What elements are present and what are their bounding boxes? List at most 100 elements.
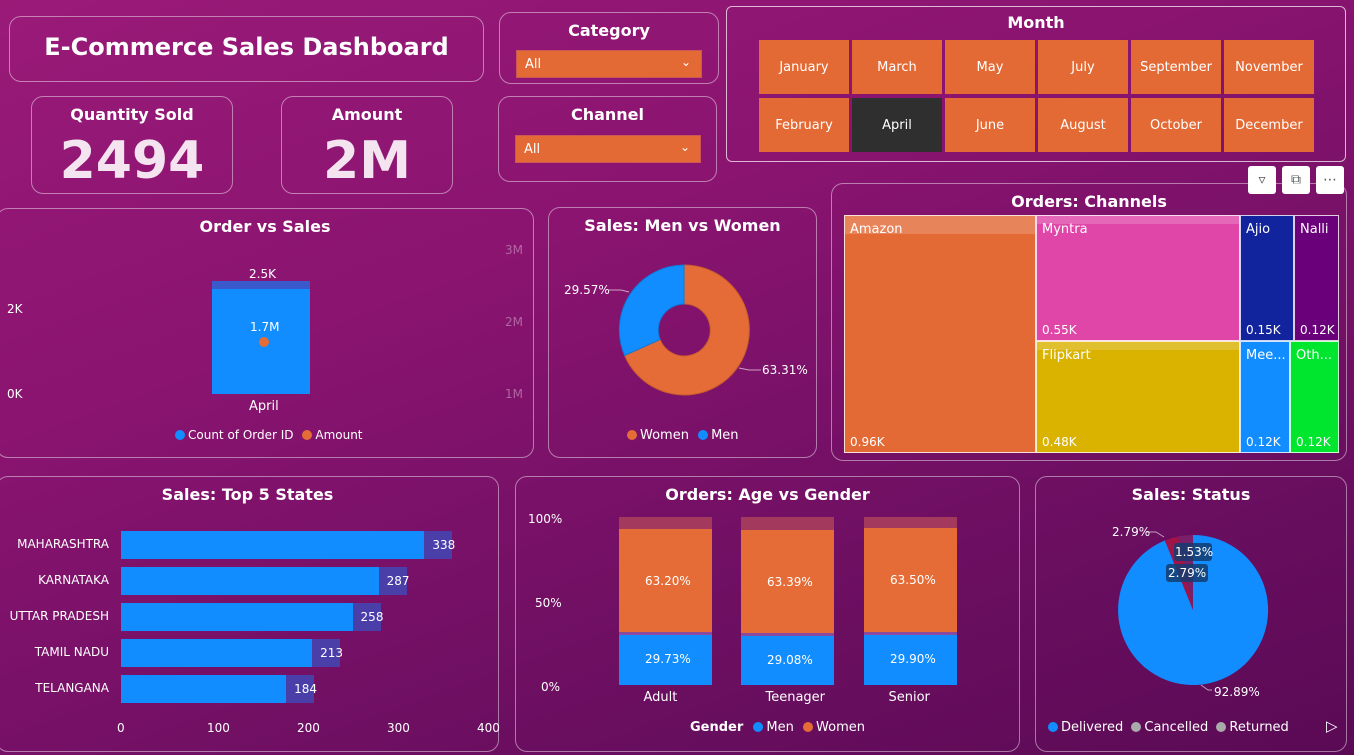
left-axis-tick: 0K <box>7 387 23 401</box>
amount-value: 2M <box>323 131 411 191</box>
legend-women: Women <box>640 428 689 443</box>
category-dropdown-value: All <box>525 57 542 72</box>
month-button-april[interactable]: April <box>852 98 942 152</box>
channels-card: Orders: Channels Amazon 0.96K Myntra 0.55K A… <box>831 183 1347 461</box>
state-value-label: 213 <box>320 646 344 660</box>
legend-returned: Returned <box>1229 720 1289 735</box>
treemap-value: 0.12K <box>1296 435 1331 449</box>
status-pct-label: 2.79% <box>1168 566 1207 580</box>
state-name: UTTAR PRADESH <box>9 609 109 623</box>
treemap-tile-myntra[interactable]: Myntra 0.55K <box>1036 215 1240 341</box>
x-axis-tick: 400 <box>477 721 500 735</box>
x-axis-category: Teenager <box>765 690 826 705</box>
treemap-tile-oth[interactable]: Oth... 0.12K <box>1290 341 1339 453</box>
treemap-value: 0.15K <box>1246 323 1281 337</box>
amount-point[interactable] <box>259 337 269 347</box>
treemap-value: 0.55K <box>1042 323 1077 337</box>
state-bar[interactable] <box>121 675 287 703</box>
order-vs-sales-card: Order vs Sales 2K 0K 3M 2M 1M 2.5K 1.7M … <box>0 208 534 458</box>
gender-card: Sales: Men vs Women 29.57% 63.31% Women … <box>548 207 817 458</box>
state-bar[interactable] <box>121 567 379 595</box>
x-axis-tick: 300 <box>387 721 410 735</box>
legend-men: Men <box>766 720 794 735</box>
men-pct-label: 29.57% <box>564 283 610 297</box>
state-name: MAHARASHTRA <box>17 537 109 551</box>
treemap-tile-ajio[interactable]: Ajio 0.15K <box>1240 215 1294 341</box>
treemap-tile-flipkart[interactable]: Flipkart 0.48K <box>1036 341 1240 453</box>
gender-donut[interactable] <box>549 208 818 459</box>
right-axis-tick: 1M <box>505 387 523 401</box>
legend-title: Gender <box>690 720 744 735</box>
treemap-value: 0.12K <box>1300 323 1335 337</box>
state-value-label: 258 <box>360 610 384 624</box>
month-button-july[interactable]: July <box>1038 40 1128 94</box>
state-bar[interactable] <box>121 603 353 631</box>
age-gender-card: Orders: Age vs Gender 100% 50% 0% Gender… <box>515 476 1020 752</box>
x-axis-category: Senior <box>888 690 930 705</box>
channel-dropdown-value: All <box>524 142 541 157</box>
category-filter-label: Category <box>568 21 650 40</box>
x-axis-tick: 100 <box>207 721 230 735</box>
treemap-tile-nalli[interactable]: Nalli 0.12K <box>1294 215 1339 341</box>
treemap-label: Mee... <box>1246 348 1286 363</box>
other-segment <box>741 517 834 530</box>
month-button-october[interactable]: October <box>1131 98 1221 152</box>
x-axis-tick: 200 <box>297 721 320 735</box>
month-button-december[interactable]: December <box>1224 98 1314 152</box>
state-name: TELANGANA <box>35 681 109 695</box>
channel-filter-label: Channel <box>570 105 645 124</box>
treemap-value: 0.12K <box>1246 435 1281 449</box>
men-pct-label: 29.73% <box>645 652 691 667</box>
legend-amount: Amount <box>315 428 363 442</box>
treemap-tile-mee[interactable]: Mee... 0.12K <box>1240 341 1290 453</box>
dashboard-title: E-Commerce Sales Dashboard <box>44 33 449 61</box>
order-vs-sales-title: Order vs Sales <box>199 217 331 236</box>
category-filter-card: Category All ⌄ <box>499 12 719 84</box>
month-button-june[interactable]: June <box>945 98 1035 152</box>
month-button-march[interactable]: March <box>852 40 942 94</box>
women-pct-label: 63.31% <box>762 363 808 377</box>
other-segment <box>619 517 712 529</box>
legend-cancelled: Cancelled <box>1144 720 1209 735</box>
age-gender-title: Orders: Age vs Gender <box>665 485 870 504</box>
channel-dropdown[interactable]: All ⌄ <box>515 135 701 163</box>
returned-pct-label: 1.53% <box>1175 545 1214 559</box>
legend-orders: Count of Order ID <box>188 428 294 442</box>
men-pct-label: 29.08% <box>767 652 813 667</box>
legend: Gender Men Women <box>690 720 865 735</box>
treemap-tile-amazon[interactable]: Amazon 0.96K <box>844 215 1036 453</box>
state-bar[interactable] <box>121 531 425 559</box>
state-name: KARNATAKA <box>38 573 109 587</box>
bar-data-label: 2.5K <box>249 267 276 281</box>
status-card: Sales: Status 2.79% 1.53% 2.79% 92.89% D… <box>1035 476 1347 752</box>
month-button-january[interactable]: January <box>759 40 849 94</box>
month-button-august[interactable]: August <box>1038 98 1128 152</box>
amount-label: Amount <box>331 105 403 124</box>
month-button-september[interactable]: September <box>1131 40 1221 94</box>
month-button-november[interactable]: November <box>1224 40 1314 94</box>
x-axis-category: Adult <box>643 690 678 705</box>
quantity-card: Quantity Sold 2494 <box>31 96 233 194</box>
title-card: E-Commerce Sales Dashboard <box>9 16 484 82</box>
month-button-february[interactable]: February <box>759 98 849 152</box>
state-name: TAMIL NADU <box>34 645 109 659</box>
right-axis-tick: 2M <box>505 315 523 329</box>
state-bar[interactable] <box>121 639 313 667</box>
amount-card: Amount 2M <box>281 96 453 194</box>
men-slice <box>618 264 685 357</box>
month-button-may[interactable]: May <box>945 40 1035 94</box>
legend: Women Men <box>627 428 739 443</box>
legend-women: Women <box>816 720 865 735</box>
women-pct-label: 63.50% <box>890 573 936 588</box>
legend-next-icon[interactable]: ▷ <box>1326 717 1338 735</box>
treemap-value: 0.96K <box>850 435 885 449</box>
x-axis-category: April <box>249 399 279 414</box>
states-title: Sales: Top 5 States <box>161 485 334 504</box>
point-data-label: 1.7M <box>250 320 280 334</box>
delivered-pct-label: 92.89% <box>1214 685 1260 699</box>
right-axis-tick: 3M <box>505 243 523 257</box>
treemap-label: Ajio <box>1246 222 1271 237</box>
status-pie[interactable] <box>1036 477 1348 753</box>
category-dropdown[interactable]: All ⌄ <box>516 50 702 78</box>
women-pct-label: 63.39% <box>767 574 813 589</box>
